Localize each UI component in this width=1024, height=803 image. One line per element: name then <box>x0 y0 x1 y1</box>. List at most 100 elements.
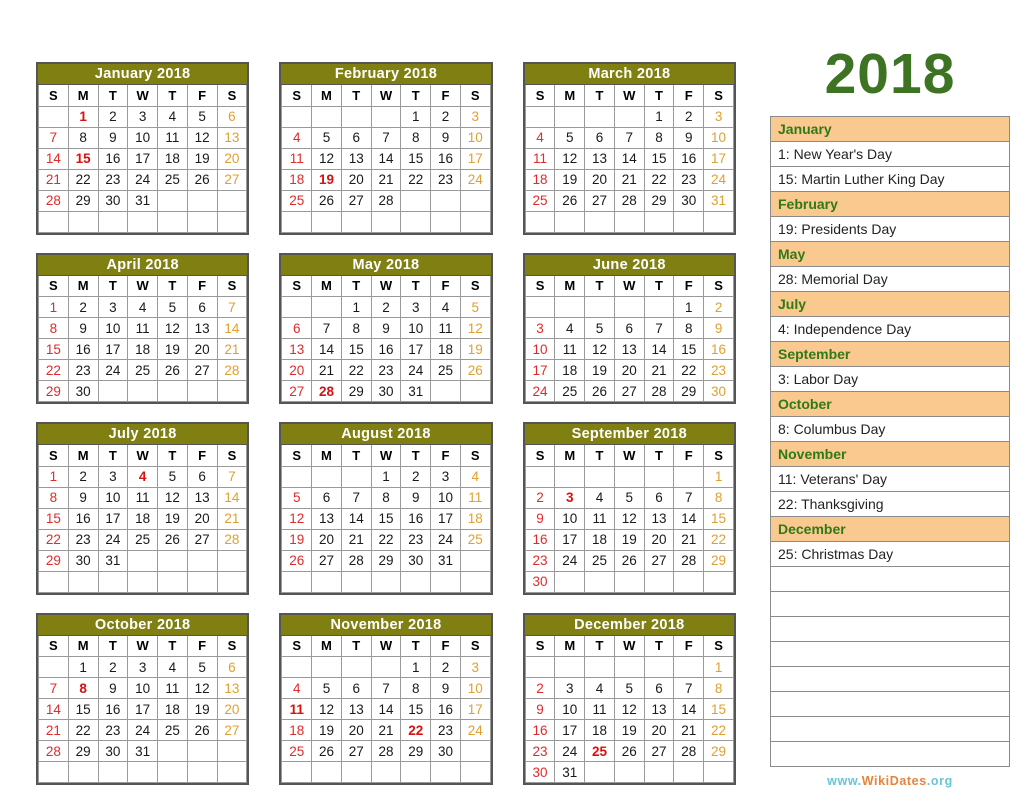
day-cell[interactable]: 30 <box>67 549 99 572</box>
day-cell[interactable]: 18 <box>584 528 615 551</box>
day-cell[interactable]: 18 <box>157 147 188 170</box>
day-cell[interactable]: 4 <box>127 465 158 488</box>
day-cell[interactable]: 16 <box>430 698 461 720</box>
day-cell[interactable]: 5 <box>613 486 645 509</box>
day-cell[interactable]: 8 <box>703 677 734 699</box>
day-cell[interactable]: 3 <box>127 656 158 678</box>
day-cell[interactable]: 27 <box>216 719 248 741</box>
day-cell[interactable]: 24 <box>97 359 129 381</box>
day-cell[interactable]: 2 <box>524 486 556 509</box>
day-cell[interactable]: 2 <box>703 296 734 318</box>
day-cell[interactable]: 15 <box>340 338 372 360</box>
day-cell[interactable]: 2 <box>430 105 461 128</box>
day-cell[interactable]: 29 <box>673 380 705 402</box>
day-cell[interactable]: 6 <box>643 486 675 509</box>
holiday-blank-row[interactable] <box>770 616 1010 642</box>
day-cell[interactable]: 31 <box>430 549 461 572</box>
day-cell[interactable]: 28 <box>311 380 342 402</box>
day-cell[interactable]: 19 <box>281 528 313 551</box>
day-cell[interactable]: 17 <box>127 698 158 720</box>
holiday-blank-row[interactable] <box>770 666 1010 692</box>
day-cell[interactable]: 27 <box>311 549 342 572</box>
day-cell[interactable]: 13 <box>216 677 248 699</box>
day-cell[interactable]: 18 <box>281 168 313 191</box>
day-cell[interactable]: 20 <box>340 719 372 741</box>
day-cell[interactable]: 17 <box>703 147 734 170</box>
day-cell[interactable]: 18 <box>157 698 188 720</box>
day-cell[interactable]: 5 <box>186 656 218 678</box>
day-cell[interactable]: 12 <box>281 507 313 530</box>
day-cell[interactable]: 30 <box>524 761 556 783</box>
day-cell[interactable]: 20 <box>643 528 675 551</box>
day-cell[interactable]: 28 <box>673 740 705 762</box>
day-cell[interactable]: 11 <box>281 147 313 170</box>
day-cell[interactable]: 20 <box>216 698 248 720</box>
day-cell[interactable]: 19 <box>186 698 218 720</box>
day-cell[interactable]: 10 <box>703 126 734 149</box>
day-cell[interactable]: 31 <box>127 740 158 762</box>
day-cell[interactable]: 20 <box>186 338 218 360</box>
day-cell[interactable]: 20 <box>281 359 313 381</box>
day-cell[interactable]: 9 <box>430 677 461 699</box>
day-cell[interactable]: 5 <box>459 296 491 318</box>
day-cell[interactable]: 5 <box>584 317 615 339</box>
day-cell[interactable]: 8 <box>340 317 372 339</box>
holiday-entry[interactable]: 22: Thanksgiving <box>770 491 1010 517</box>
day-cell[interactable]: 3 <box>703 105 734 128</box>
day-cell[interactable]: 13 <box>643 507 675 530</box>
day-cell[interactable]: 6 <box>613 317 645 339</box>
day-cell[interactable]: 7 <box>370 677 402 699</box>
day-cell[interactable]: 15 <box>673 338 705 360</box>
day-cell[interactable]: 29 <box>67 740 99 762</box>
day-cell[interactable]: 17 <box>554 719 586 741</box>
day-cell[interactable]: 19 <box>459 338 491 360</box>
day-cell[interactable]: 13 <box>186 486 218 509</box>
day-cell[interactable]: 5 <box>157 465 188 488</box>
day-cell[interactable]: 28 <box>216 528 248 551</box>
day-cell[interactable]: 10 <box>524 338 556 360</box>
day-cell[interactable]: 25 <box>430 359 461 381</box>
day-cell[interactable]: 2 <box>524 677 556 699</box>
day-cell[interactable]: 10 <box>127 126 158 149</box>
day-cell[interactable]: 10 <box>430 486 461 509</box>
day-cell[interactable]: 29 <box>67 189 99 212</box>
day-cell[interactable]: 5 <box>554 126 586 149</box>
day-cell[interactable]: 21 <box>370 168 402 191</box>
day-cell[interactable]: 27 <box>281 380 313 402</box>
day-cell[interactable]: 18 <box>127 507 158 530</box>
day-cell[interactable]: 28 <box>340 549 372 572</box>
day-cell[interactable]: 24 <box>554 740 586 762</box>
day-cell[interactable]: 26 <box>157 528 188 551</box>
day-cell[interactable]: 24 <box>524 380 556 402</box>
day-cell[interactable]: 27 <box>584 189 615 212</box>
day-cell[interactable]: 19 <box>186 147 218 170</box>
day-cell[interactable]: 13 <box>340 698 372 720</box>
day-cell[interactable]: 26 <box>311 189 342 212</box>
day-cell[interactable]: 9 <box>524 698 556 720</box>
day-cell[interactable]: 4 <box>584 486 615 509</box>
holiday-entry[interactable]: 15: Martin Luther King Day <box>770 166 1010 192</box>
day-cell[interactable]: 6 <box>584 126 615 149</box>
day-cell[interactable]: 4 <box>281 126 313 149</box>
day-cell[interactable]: 11 <box>157 677 188 699</box>
day-cell[interactable]: 21 <box>38 168 69 191</box>
day-cell[interactable]: 24 <box>97 528 129 551</box>
day-cell[interactable]: 11 <box>430 317 461 339</box>
day-cell[interactable]: 1 <box>400 105 432 128</box>
day-cell[interactable]: 12 <box>186 126 218 149</box>
day-cell[interactable]: 3 <box>459 656 491 678</box>
holiday-blank-row[interactable] <box>770 566 1010 592</box>
day-cell[interactable]: 25 <box>584 549 615 572</box>
day-cell[interactable]: 29 <box>38 549 69 572</box>
day-cell[interactable]: 6 <box>186 296 218 318</box>
day-cell[interactable]: 16 <box>97 147 129 170</box>
day-cell[interactable]: 3 <box>97 465 129 488</box>
day-cell[interactable]: 25 <box>157 719 188 741</box>
day-cell[interactable]: 21 <box>340 528 372 551</box>
day-cell[interactable]: 3 <box>554 486 586 509</box>
day-cell[interactable]: 8 <box>38 486 69 509</box>
day-cell[interactable]: 15 <box>643 147 675 170</box>
day-cell[interactable]: 22 <box>38 528 69 551</box>
day-cell[interactable]: 23 <box>67 528 99 551</box>
day-cell[interactable]: 21 <box>643 359 675 381</box>
